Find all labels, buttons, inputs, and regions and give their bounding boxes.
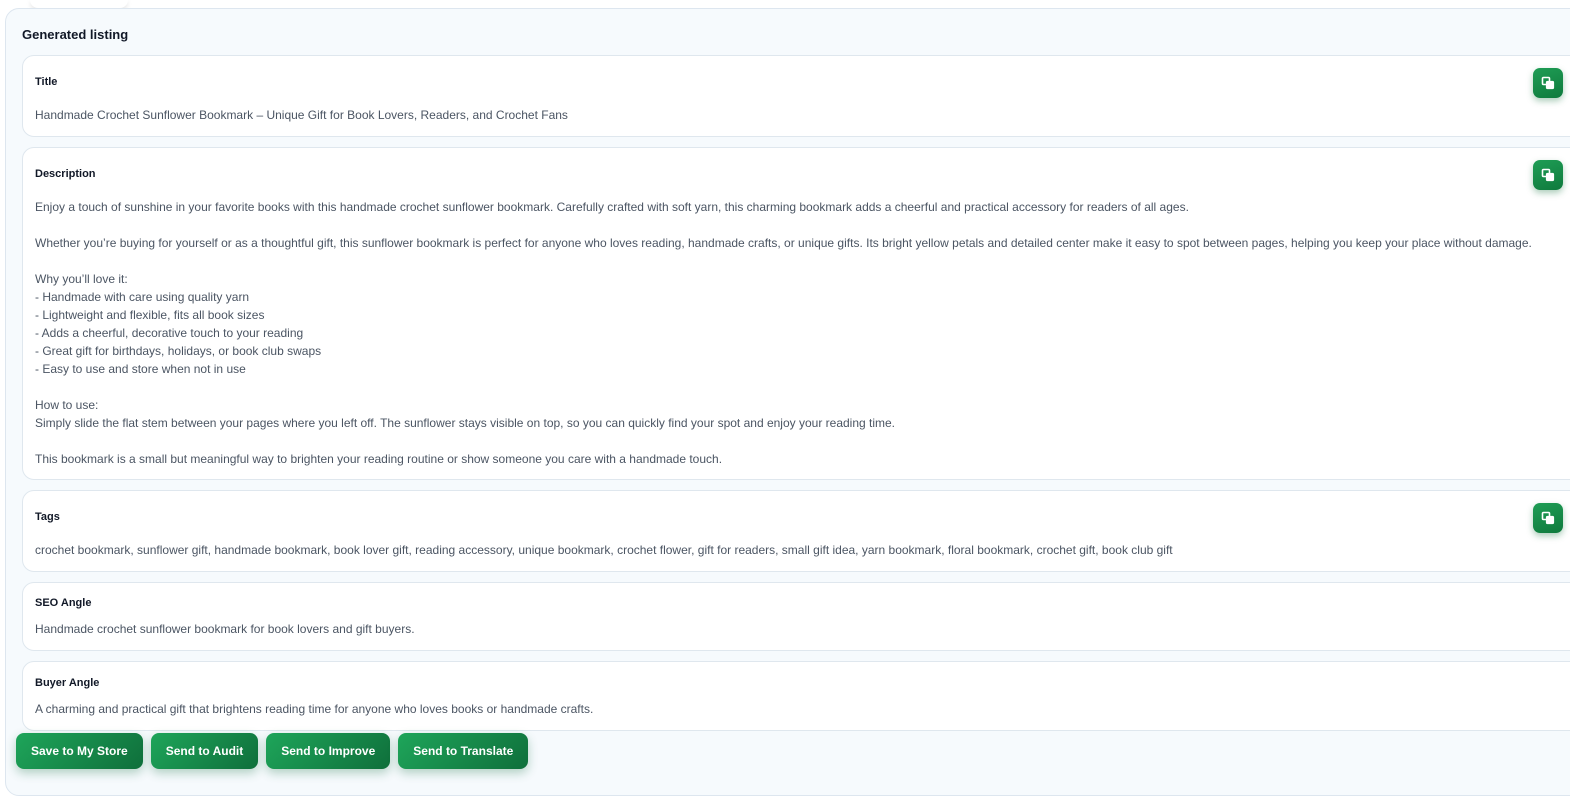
buyer-angle-card: Buyer Angle A charming and practical gif…: [22, 661, 1570, 731]
description-line: This bookmark is a small but meaningful …: [35, 452, 723, 466]
tags-text: crochet bookmark, sunflower gift, handma…: [35, 543, 1173, 557]
send-to-translate-button[interactable]: Send to Translate: [398, 733, 529, 769]
description-line: Simply slide the flat stem between your …: [35, 416, 896, 430]
description-line: - Lightweight and flexible, fits all boo…: [35, 308, 265, 322]
buyer-angle-label: Buyer Angle: [35, 677, 100, 689]
action-bar: Save to My Store Send to Audit Send to I…: [16, 733, 529, 769]
description-line: How to use:: [35, 398, 99, 412]
copy-tags-button[interactable]: [1533, 503, 1563, 533]
copy-title-button[interactable]: [1533, 68, 1563, 98]
title-card: Title Handmade Crochet Sunflower Bookmar…: [22, 55, 1570, 137]
title-text: Handmade Crochet Sunflower Bookmark – Un…: [35, 108, 568, 122]
buyer-angle-text: A charming and practical gift that brigh…: [35, 702, 594, 716]
copy-icon: [1541, 168, 1555, 182]
description-line: - Great gift for birthdays, holidays, or…: [35, 344, 322, 358]
send-to-improve-button[interactable]: Send to Improve: [266, 733, 391, 769]
description-text: Enjoy a touch of sunshine in your favori…: [35, 198, 1551, 468]
description-line: [35, 252, 1551, 270]
seo-angle-label: SEO Angle: [35, 597, 92, 609]
title-label: Title: [35, 76, 58, 88]
top-tab-edge: [30, 0, 128, 8]
description-line: Whether you’re buying for yourself or as…: [35, 236, 1532, 250]
generated-listing-panel: Generated listing Title Handmade Crochet…: [5, 8, 1570, 796]
description-line: [35, 378, 1551, 396]
tags-card: Tags crochet bookmark, sunflower gift, h…: [22, 490, 1570, 572]
send-to-audit-button[interactable]: Send to Audit: [150, 733, 259, 769]
seo-angle-card: SEO Angle Handmade crochet sunflower boo…: [22, 582, 1570, 651]
panel-heading: Generated listing: [22, 27, 129, 42]
description-line: - Handmade with care using quality yarn: [35, 290, 250, 304]
copy-icon: [1541, 76, 1555, 90]
description-label: Description: [35, 168, 96, 180]
description-line: [35, 216, 1551, 234]
copy-icon: [1541, 511, 1555, 525]
description-line: [35, 432, 1551, 450]
save-to-store-button[interactable]: Save to My Store: [16, 733, 143, 769]
tags-label: Tags: [35, 511, 60, 523]
description-line: - Easy to use and store when not in use: [35, 362, 246, 376]
description-card: Description Enjoy a touch of sunshine in…: [22, 147, 1570, 480]
copy-description-button[interactable]: [1533, 160, 1563, 190]
description-line: - Adds a cheerful, decorative touch to y…: [35, 326, 304, 340]
description-line: Enjoy a touch of sunshine in your favori…: [35, 200, 1189, 214]
seo-angle-text: Handmade crochet sunflower bookmark for …: [35, 622, 415, 636]
description-line: Why you’ll love it:: [35, 272, 128, 286]
